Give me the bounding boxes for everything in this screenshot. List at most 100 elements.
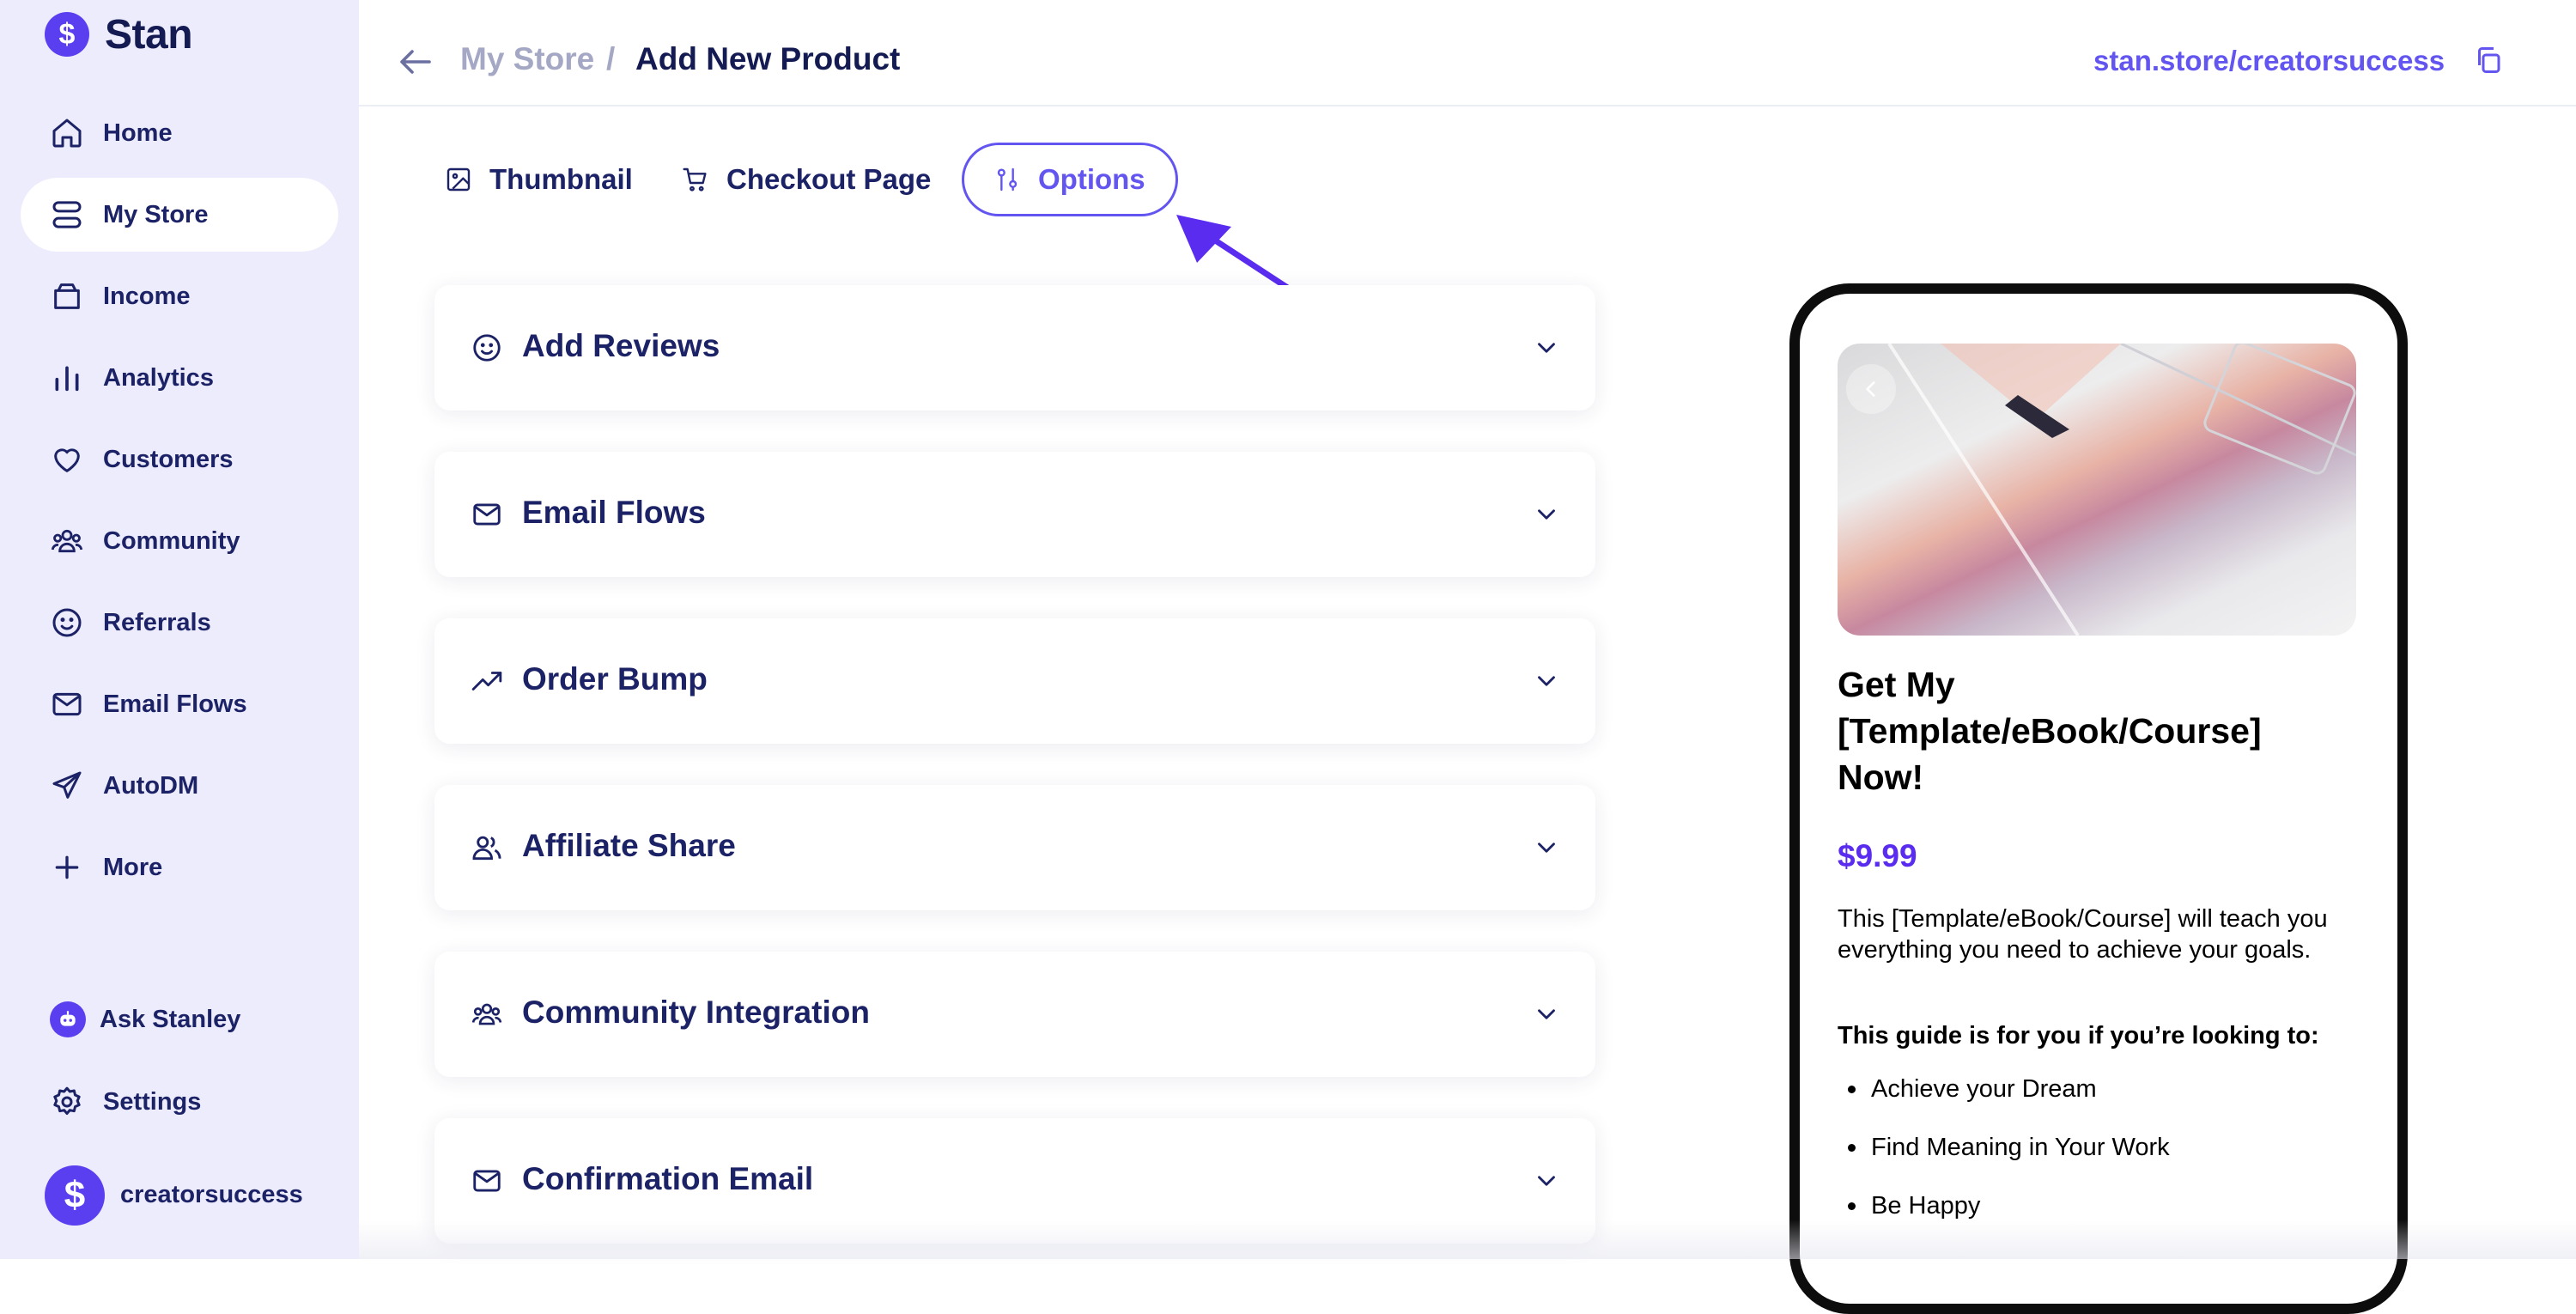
community-icon (471, 1003, 502, 1025)
brand[interactable]: $ Stan (45, 9, 193, 60)
accordion-affiliate-share[interactable]: Affiliate Share (434, 785, 1595, 910)
sidebar-item-label: More (103, 853, 163, 881)
sidebar-item-label: AutoDM (103, 771, 199, 800)
wallet-icon (54, 283, 80, 309)
settings-label: Settings (103, 1087, 202, 1116)
preview-description: This [Template/eBook/Course] will teach … (1838, 905, 2328, 964)
bottom-fade (359, 1220, 2576, 1259)
bar-chart-icon (55, 366, 79, 392)
preview-bullet: Find Meaning in Your Work (1838, 1134, 2170, 1162)
bullet-dot (1848, 1144, 1856, 1152)
profile-name[interactable]: creatorsuccess (120, 1181, 303, 1209)
accordion-title: Order Bump (522, 661, 708, 697)
chevron-left-icon (1866, 381, 1875, 397)
image-prev-button[interactable] (1846, 364, 1896, 414)
image-icon (447, 167, 471, 192)
phone-screen: Get My [Template/eBook/Course] Now! $9.9… (1807, 301, 2391, 1304)
cart-icon (683, 167, 707, 192)
smiley-icon (473, 334, 501, 362)
heart-icon (54, 448, 80, 472)
accordion-title: Confirmation Email (522, 1161, 814, 1196)
tab-options[interactable]: Options (962, 143, 1178, 216)
header: My Store / Add New Product stan.store/cr… (359, 0, 2576, 106)
chevron-down-icon (1538, 1009, 1555, 1019)
sidebar-item-home[interactable]: Home (21, 96, 338, 170)
brand-logo-icon: $ (45, 12, 89, 57)
preview-bullet: Be Happy (1838, 1192, 1980, 1220)
sidebar-item-label: Referrals (103, 608, 211, 636)
sidebar-item-more[interactable]: More (21, 830, 338, 904)
laptop-photo (1887, 344, 2356, 636)
tab-thumbnail[interactable]: Thumbnail (445, 143, 633, 216)
sidebar-item-label: My Store (103, 200, 209, 228)
bullet-dot (1848, 1202, 1856, 1210)
bullet-text: Find Meaning in Your Work (1871, 1134, 2170, 1161)
preview-subheading: This guide is for you if you’re looking … (1838, 1022, 2319, 1049)
tab-label: Thumbnail (489, 163, 633, 195)
sidebar-item-label: Customers (103, 445, 234, 473)
sidebar-item-label: Income (103, 282, 191, 310)
product-image (1838, 344, 2356, 636)
sidebar-item-customers[interactable]: Customers (21, 423, 338, 496)
store-url-link[interactable]: stan.store/creatorsuccess (2093, 45, 2445, 77)
accordion-community-integration[interactable]: Community Integration (434, 952, 1595, 1077)
sidebar-item-label: Analytics (103, 363, 214, 392)
chevron-down-icon (1538, 676, 1555, 686)
avatar[interactable]: $ (45, 1165, 105, 1226)
sidebar-item-label: Home (103, 119, 173, 147)
chevron-down-icon (1538, 1176, 1555, 1186)
users-icon (51, 529, 83, 553)
sidebar-item-email-flows[interactable]: Email Flows (21, 667, 338, 741)
page-title: Add New Product (635, 41, 901, 76)
sidebar: $ Stan Home My Store Income Analytics Cu… (0, 0, 359, 1259)
sidebar-item-analytics[interactable]: Analytics (21, 341, 338, 415)
gear-icon (53, 1086, 81, 1115)
chevron-down-icon (1538, 509, 1555, 520)
chevron-down-icon (1538, 343, 1555, 353)
trending-up-icon (471, 672, 502, 690)
settings-button[interactable]: Settings (21, 1065, 338, 1139)
tab-label: Options (1038, 163, 1145, 195)
accordion-email-flows[interactable]: Email Flows (434, 452, 1595, 577)
accordion-title: Add Reviews (522, 328, 720, 363)
brand-name: Stan (105, 11, 193, 58)
robot-icon (50, 1001, 86, 1037)
sidebar-item-autodm[interactable]: AutoDM (21, 749, 338, 823)
sidebar-item-my-store[interactable]: My Store (21, 178, 338, 252)
accordion-order-bump[interactable]: Order Bump (434, 618, 1595, 744)
tab-label: Checkout Page (726, 163, 932, 195)
sidebar-item-income[interactable]: Income (21, 259, 338, 333)
bullet-text: Achieve your Dream (1871, 1075, 2097, 1103)
preview-title: Get My [Template/eBook/Course] Now! (1838, 665, 2262, 797)
accordion-title: Affiliate Share (522, 828, 736, 863)
ask-stanley-button[interactable]: Ask Stanley (21, 982, 338, 1056)
chevron-down-icon (1538, 843, 1555, 853)
sidebar-item-label: Community (103, 526, 240, 555)
users-icon (472, 836, 501, 861)
send-icon (52, 771, 82, 799)
bullet-text: Be Happy (1871, 1192, 1981, 1220)
breadcrumb-separator: / (606, 41, 616, 76)
mail-icon (473, 503, 501, 526)
preview-price: $9.99 (1838, 838, 1917, 873)
tab-checkout-page[interactable]: Checkout Page (682, 143, 931, 216)
preview-bullet: Achieve your Dream (1838, 1075, 2097, 1104)
accordion-title: Email Flows (522, 495, 706, 530)
copy-icon[interactable] (2473, 45, 2504, 76)
sidebar-item-community[interactable]: Community (21, 504, 338, 578)
mail-icon (52, 692, 82, 716)
breadcrumb-parent[interactable]: My Store (460, 41, 594, 77)
sliders-icon (997, 167, 1018, 192)
smiley-icon (52, 608, 82, 637)
sidebar-item-label: Email Flows (103, 690, 247, 718)
accordion-title: Community Integration (522, 995, 870, 1030)
bullet-dot (1848, 1086, 1856, 1093)
ask-stanley-label: Ask Stanley (100, 1005, 241, 1033)
phone-preview: Get My [Template/eBook/Course] Now! $9.9… (1789, 283, 2408, 1314)
sidebar-item-referrals[interactable]: Referrals (21, 586, 338, 660)
accordion-add-reviews[interactable]: Add Reviews (434, 285, 1595, 411)
mail-icon (473, 1170, 501, 1192)
store-icon (52, 201, 82, 228)
plus-icon (55, 855, 79, 879)
back-arrow-icon[interactable] (395, 41, 436, 82)
